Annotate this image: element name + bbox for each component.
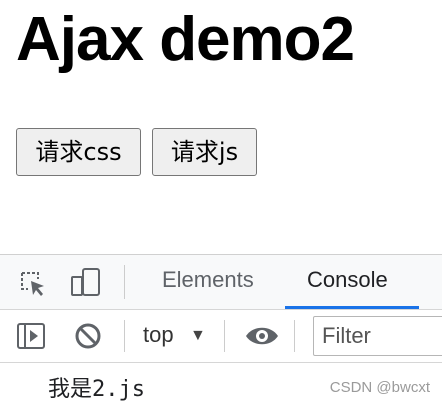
toolbar-divider	[294, 320, 295, 352]
context-selector[interactable]: top	[143, 322, 174, 348]
console-toolbar: top ▼	[0, 310, 442, 363]
devtools-tab-bar: Elements Console	[0, 255, 442, 310]
chevron-down-icon[interactable]: ▼	[190, 327, 206, 345]
watermark: CSDN @bwcxt	[329, 379, 430, 396]
console-message: 我是2.js	[48, 377, 145, 402]
tab-console[interactable]: Console	[307, 267, 388, 293]
page-title: Ajax demo2	[16, 5, 355, 74]
tab-elements[interactable]: Elements	[162, 267, 254, 293]
devtools-panel: Elements Console top ▼ Filter 我是2.js CSD…	[0, 254, 442, 406]
live-expression-eye-icon[interactable]	[244, 322, 280, 355]
request-css-button[interactable]: 请求css	[16, 128, 141, 176]
toolbar-divider	[124, 320, 125, 352]
tab-divider	[124, 265, 125, 299]
filter-input[interactable]	[313, 316, 442, 356]
toolbar-divider	[224, 320, 225, 352]
request-js-button[interactable]: 请求js	[152, 128, 257, 176]
inspect-element-icon[interactable]	[18, 269, 48, 304]
device-toggle-icon[interactable]	[70, 267, 104, 304]
active-tab-indicator	[285, 306, 419, 309]
page: Ajax demo2 请求css 请求js Elements Console t…	[0, 0, 442, 406]
console-sidebar-icon[interactable]	[16, 322, 46, 355]
clear-console-icon[interactable]	[74, 322, 102, 355]
